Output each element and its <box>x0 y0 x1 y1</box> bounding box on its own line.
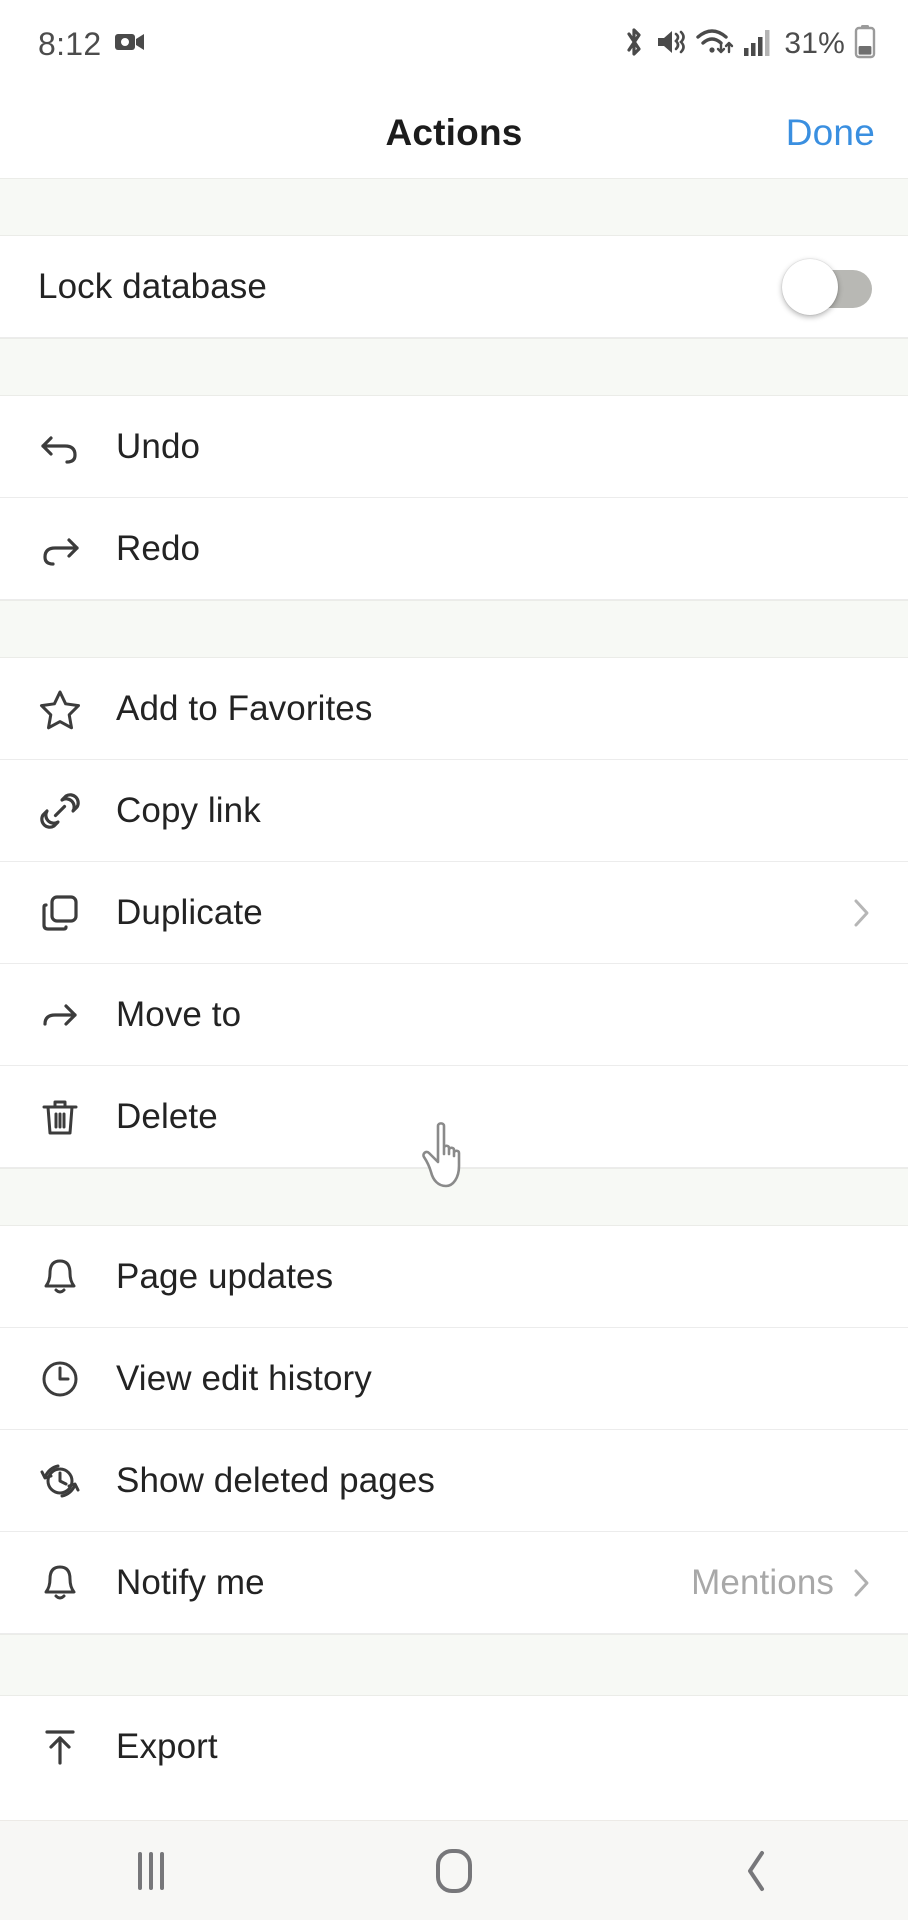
row-notify-me[interactable]: Notify me Mentions <box>0 1532 908 1634</box>
trash-icon <box>38 1095 90 1139</box>
row-redo[interactable]: Redo <box>0 498 908 600</box>
row-label-export: Export <box>116 1727 218 1766</box>
status-bar: 8:12 31% <box>0 0 908 88</box>
section-divider <box>0 1168 908 1226</box>
wifi-icon <box>696 25 734 64</box>
row-add-to-favorites[interactable]: Add to Favorites <box>0 658 908 760</box>
toggle-knob <box>782 258 838 315</box>
back-icon[interactable] <box>677 1847 837 1895</box>
row-label-undo: Undo <box>116 426 201 466</box>
row-label-add-to-favorites: Add to Favorites <box>116 688 373 728</box>
row-label-show-deleted-pages: Show deleted pages <box>116 1460 435 1500</box>
mute-vibrate-icon <box>655 25 687 64</box>
android-nav-bar <box>0 1820 908 1920</box>
row-delete[interactable]: Delete <box>0 1066 908 1168</box>
duplicate-icon <box>38 891 90 935</box>
row-duplicate[interactable]: Duplicate <box>0 862 908 964</box>
section-divider <box>0 338 908 396</box>
chevron-right-icon[interactable] <box>850 1564 874 1602</box>
row-view-edit-history[interactable]: View edit history <box>0 1328 908 1430</box>
screen-record-icon <box>115 31 145 58</box>
row-move-to[interactable]: Move to <box>0 964 908 1066</box>
redo-arrow-icon <box>38 527 90 571</box>
section-divider <box>0 600 908 658</box>
status-bar-left: 8:12 <box>38 26 145 63</box>
actions-list: Lock database Undo Redo Add to Favorites… <box>0 178 908 1820</box>
row-show-deleted-pages[interactable]: Show deleted pages <box>0 1430 908 1532</box>
bell-icon <box>38 1561 90 1605</box>
row-label-duplicate: Duplicate <box>116 892 263 932</box>
cellular-signal-icon <box>743 27 771 62</box>
recents-icon[interactable] <box>71 1851 231 1890</box>
battery-percent-label: 31% <box>784 27 845 60</box>
star-icon <box>38 687 90 731</box>
notify-me-value: Mentions <box>691 1562 834 1602</box>
row-undo[interactable]: Undo <box>0 396 908 498</box>
lock-database-toggle[interactable] <box>782 258 874 315</box>
move-arrow-icon <box>38 993 90 1037</box>
row-label-delete: Delete <box>116 1096 218 1136</box>
section-divider <box>0 1634 908 1696</box>
bluetooth-icon <box>622 25 646 64</box>
row-page-updates[interactable]: Page updates <box>0 1226 908 1328</box>
section-divider <box>0 178 908 236</box>
export-upload-icon <box>38 1725 90 1769</box>
home-glyph <box>435 1848 472 1893</box>
row-copy-link[interactable]: Copy link <box>0 760 908 862</box>
battery-icon <box>854 24 876 64</box>
link-icon <box>38 789 90 833</box>
recents-glyph <box>138 1851 165 1890</box>
chevron-right-icon[interactable] <box>850 894 874 932</box>
row-label-move-to: Move to <box>116 994 242 1034</box>
done-button[interactable]: Done <box>786 112 875 154</box>
row-label-redo: Redo <box>116 528 201 568</box>
restore-clock-icon <box>38 1459 90 1503</box>
phone-screen: 8:12 31% Actions Done Lock database Undo… <box>0 0 908 1920</box>
row-label-view-edit-history: View edit history <box>116 1358 372 1398</box>
page-title: Actions <box>385 112 523 153</box>
status-bar-right: 31% <box>622 24 876 64</box>
title-bar: Actions Done <box>0 88 908 178</box>
home-icon[interactable] <box>374 1848 534 1893</box>
row-label-page-updates: Page updates <box>116 1256 334 1296</box>
row-lock-database[interactable]: Lock database <box>0 236 908 338</box>
row-label-notify-me: Notify me <box>116 1562 265 1602</box>
bell-icon <box>38 1255 90 1299</box>
undo-arrow-icon <box>38 425 90 469</box>
row-label-lock-database: Lock database <box>38 266 267 306</box>
row-export[interactable]: Export <box>0 1696 908 1798</box>
clock-icon <box>38 1357 90 1401</box>
status-clock: 8:12 <box>38 25 102 62</box>
row-label-copy-link: Copy link <box>116 790 261 830</box>
